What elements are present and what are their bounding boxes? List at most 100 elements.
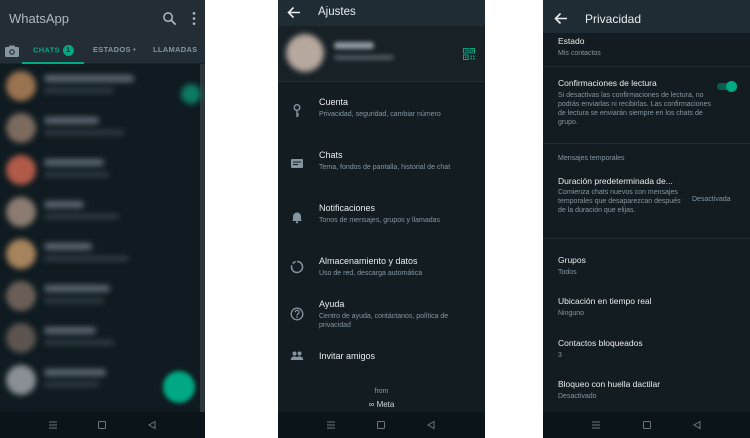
back-arrow-icon[interactable] — [554, 12, 568, 25]
chat-name — [44, 327, 96, 334]
privacy-item-title: Contactos bloqueados — [558, 338, 643, 348]
search-icon[interactable] — [162, 11, 177, 26]
privacy-item-title: Grupos — [558, 255, 586, 265]
profile-status — [334, 55, 394, 60]
qr-code-icon[interactable] — [463, 48, 475, 60]
chat-row[interactable] — [0, 192, 205, 232]
home-icon[interactable] — [642, 420, 652, 430]
privacy-item-read-receipts[interactable]: Confirmaciones de lectura Si desactivas … — [558, 78, 713, 127]
menu-icon[interactable] — [591, 420, 601, 430]
settings-screen: Ajustes Cuenta Privacidad, seguridad, ca… — [278, 0, 485, 438]
profile-card[interactable] — [278, 26, 485, 82]
help-icon — [290, 307, 304, 321]
back-icon[interactable] — [147, 420, 157, 430]
chat-preview — [44, 88, 114, 93]
avatar — [6, 365, 36, 395]
section-title: Mensajes temporales — [558, 155, 625, 162]
chat-preview — [44, 298, 104, 303]
chat-preview — [44, 214, 119, 219]
back-icon[interactable] — [426, 420, 436, 430]
chat-name — [44, 117, 99, 124]
avatar — [6, 239, 36, 269]
chat-name — [44, 243, 92, 250]
divider — [543, 238, 750, 239]
chats-screen: WhatsApp CHATS 1 ESTADOS • LLAMADAS — [0, 0, 205, 438]
chat-row[interactable] — [0, 318, 205, 358]
chat-name — [44, 285, 110, 292]
system-nav-bar — [278, 412, 485, 438]
privacy-item-description: Si desactivas las confirmaciones de lect… — [558, 92, 711, 126]
chat-name — [44, 201, 84, 208]
chat-row[interactable] — [0, 276, 205, 316]
tab-estados[interactable]: ESTADOS • — [93, 45, 136, 54]
settings-header: Ajustes — [278, 0, 485, 26]
chat-list — [0, 64, 205, 412]
chat-row[interactable] — [0, 234, 205, 274]
settings-item-subtitle: Centro de ayuda, contáctanos, política d… — [319, 313, 449, 329]
page-title: Privacidad — [585, 12, 642, 26]
avatar — [6, 155, 36, 185]
more-options-icon[interactable] — [191, 11, 197, 26]
camera-icon[interactable] — [3, 43, 21, 59]
privacy-item-title: Estado — [558, 36, 585, 46]
unread-indicator — [181, 84, 201, 104]
chat-row[interactable] — [0, 66, 205, 106]
avatar — [6, 323, 36, 353]
toggle-knob — [726, 81, 737, 92]
system-nav-bar — [543, 412, 750, 438]
home-icon[interactable] — [97, 420, 107, 430]
scrollbar[interactable] — [200, 64, 205, 412]
settings-item-title: Ayuda — [319, 299, 345, 309]
privacy-item-value: Todos — [558, 269, 577, 276]
new-chat-button[interactable] — [163, 371, 195, 403]
home-icon[interactable] — [376, 420, 386, 430]
menu-icon[interactable] — [326, 420, 336, 430]
people-icon — [290, 351, 304, 360]
tab-llamadas[interactable]: LLAMADAS — [153, 45, 197, 54]
chat-name — [44, 159, 104, 166]
app-title: WhatsApp — [9, 11, 69, 26]
settings-item-title: Almacenamiento y datos — [319, 256, 418, 266]
divider — [543, 66, 750, 67]
back-arrow-icon[interactable] — [287, 6, 301, 19]
privacy-item-title: Bloqueo con huella dactilar — [558, 379, 661, 389]
settings-item-subtitle: Uso de red, descarga automática — [319, 270, 423, 277]
system-nav-bar — [0, 412, 205, 438]
divider — [543, 143, 750, 144]
privacy-item-value: Mis contactos — [558, 50, 601, 57]
settings-item-subtitle: Tema, fondos de pantalla, historial de c… — [319, 164, 451, 171]
back-icon[interactable] — [692, 420, 702, 430]
settings-item-title: Cuenta — [319, 97, 349, 107]
privacy-item-grupos[interactable]: Grupos Todos — [558, 255, 738, 277]
privacy-screen: Privacidad Estado Mis contactos Confirma… — [543, 0, 750, 438]
page-title: Ajustes — [318, 6, 356, 18]
chat-row[interactable] — [0, 150, 205, 190]
privacy-item-fingerprint-lock[interactable]: Bloqueo con huella dactilar Desactivado — [558, 379, 738, 401]
avatar — [6, 113, 36, 143]
chat-row[interactable] — [0, 108, 205, 148]
privacy-item-default-duration[interactable]: Duración predeterminada de... Comienza c… — [558, 176, 686, 215]
chat-preview — [44, 172, 109, 177]
privacy-item-title: Ubicación en tiempo real — [558, 296, 652, 306]
chats-tab-bar: CHATS 1 ESTADOS • LLAMADAS — [0, 38, 205, 64]
data-usage-icon — [290, 260, 304, 274]
privacy-item-live-location[interactable]: Ubicación en tiempo real Ninguno — [558, 296, 738, 318]
tab-chats-label: CHATS — [33, 45, 60, 55]
chat-icon — [291, 159, 303, 168]
settings-item-title: Notificaciones — [319, 203, 376, 213]
settings-item-title: Chats — [319, 150, 343, 160]
privacy-item-value: Desactivado — [558, 393, 597, 400]
privacy-item-blocked-contacts[interactable]: Contactos bloqueados 3 — [558, 338, 738, 360]
privacy-item-title: Duración predeterminada de... — [558, 176, 673, 186]
tab-chats[interactable]: CHATS 1 — [33, 45, 74, 56]
settings-item-title: Invitar amigos — [319, 351, 376, 361]
avatar — [286, 34, 324, 72]
menu-icon[interactable] — [48, 420, 58, 430]
chat-preview — [44, 340, 114, 345]
avatar — [6, 197, 36, 227]
profile-name — [334, 42, 374, 49]
read-receipts-toggle[interactable] — [715, 80, 737, 92]
avatar — [6, 71, 36, 101]
privacy-item-estado[interactable]: Estado Mis contactos — [558, 36, 738, 58]
chat-name — [44, 369, 106, 376]
